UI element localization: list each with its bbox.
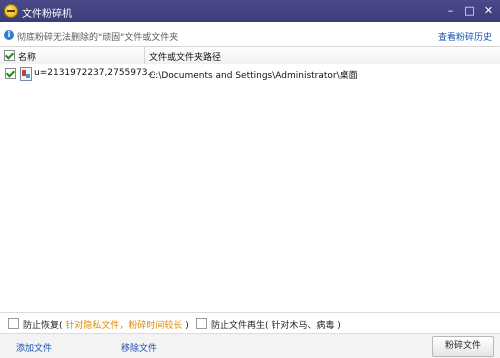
select-all-checkbox[interactable] (4, 50, 15, 61)
prevent-recovery-label[interactable]: 防止恢复( 针对隐私文件，粉碎时间较长 ) (23, 318, 189, 331)
prevent-regenerate-text: 防止文件再生 (211, 321, 266, 331)
prevent-regenerate-note: 针对木马、病毒 (271, 321, 335, 331)
window-title: 文件粉碎机 (22, 9, 72, 20)
remove-file-link[interactable]: 移除文件 (121, 341, 157, 354)
file-list-area[interactable] (0, 82, 500, 312)
maximize-button[interactable]: □ (462, 3, 477, 18)
app-logo-icon (4, 4, 18, 18)
table-header: 名称 文件或文件夹路径 (0, 46, 500, 65)
minimize-button[interactable]: – (443, 3, 458, 18)
title-bar: 文件粉碎机 – □ ✕ (0, 0, 500, 22)
file-name: u=2131972237,2755973... (34, 68, 157, 78)
shred-files-button[interactable]: 粉碎文件 (432, 336, 494, 357)
prevent-recovery-note: 针对隐私文件，粉碎时间较长 (65, 321, 183, 331)
view-history-link[interactable]: 查看粉碎历史 (438, 30, 492, 43)
column-header-path[interactable]: 文件或文件夹路径 (149, 50, 221, 63)
file-path: C:\Documents and Settings\Administrator\… (149, 71, 358, 81)
table-row[interactable]: u=2131972237,2755973... C:\Documents and… (0, 64, 500, 82)
column-header-name[interactable]: 名称 (18, 50, 36, 63)
prevent-recovery-checkbox[interactable] (8, 318, 19, 329)
image-file-icon (20, 67, 32, 81)
prevent-regenerate-label[interactable]: 防止文件再生( 针对木马、病毒 ) (211, 318, 341, 331)
info-bar: i 彻底粉碎无法删除的"顽固"文件或文件夹 查看粉碎历史 (0, 22, 500, 46)
options-bar: 防止恢复( 针对隐私文件，粉碎时间较长 ) 防止文件再生( 针对木马、病毒 ) (0, 312, 500, 333)
footer-bar: 添加文件 移除文件 粉碎文件 (0, 333, 500, 358)
prevent-recovery-text: 防止恢复 (23, 321, 60, 331)
hint-text: 彻底粉碎无法删除的"顽固"文件或文件夹 (17, 33, 179, 43)
prevent-regenerate-checkbox[interactable] (196, 318, 207, 329)
row-checkbox[interactable] (5, 68, 16, 79)
column-divider[interactable] (144, 47, 145, 64)
info-icon: i (4, 30, 14, 40)
add-file-link[interactable]: 添加文件 (16, 341, 52, 354)
close-button[interactable]: ✕ (481, 3, 496, 18)
